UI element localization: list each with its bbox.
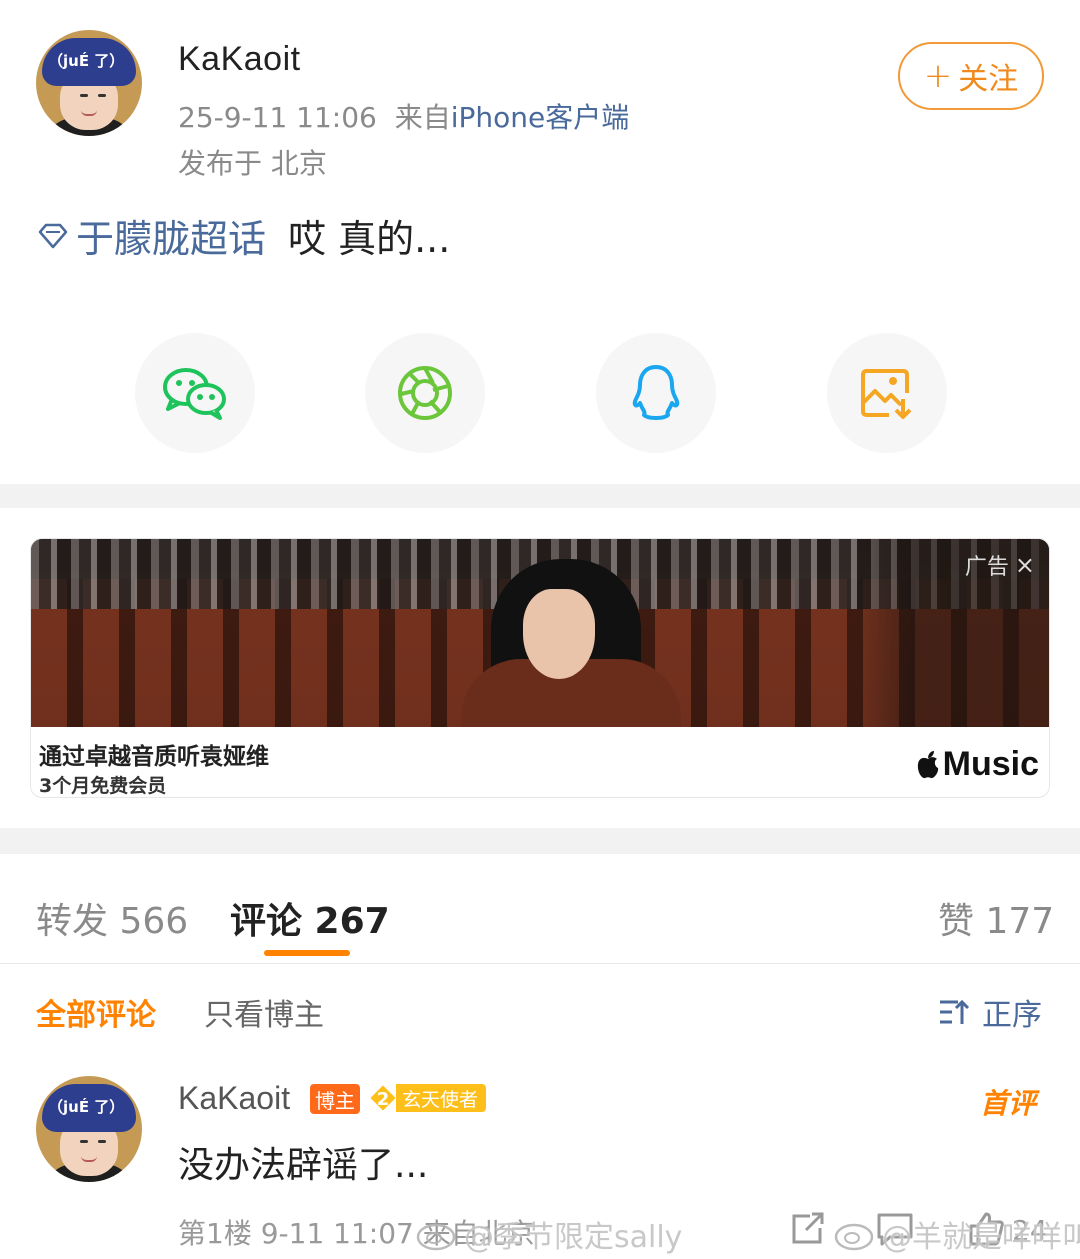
save-image-button[interactable] [827, 333, 947, 453]
plus-icon: + [923, 56, 953, 96]
section-divider [0, 828, 1080, 854]
sort-icon [940, 999, 970, 1024]
watermark-right: @羊就是咩咩叫 [834, 1212, 1080, 1256]
follow-button[interactable]: + 关注 [898, 42, 1044, 110]
tab-likes[interactable]: 赞 177 [938, 892, 1054, 944]
follow-label: 关注 [958, 62, 1019, 97]
commenter-name[interactable]: KaKaoit [178, 1080, 290, 1117]
watermark-left-text: @季节限定sally [464, 1220, 683, 1255]
moments-icon [398, 366, 452, 420]
apple-music-logo: Music [915, 745, 1039, 784]
watermark-right-text: @羊就是咩咩叫 [882, 1220, 1080, 1255]
post-meta: 25-9-11 11:06 来自iPhone客户端 [178, 96, 629, 136]
filter-author-only[interactable]: 只看博主 [204, 990, 324, 1034]
sort-toggle[interactable]: 正序 [938, 990, 1042, 1034]
comment-text: 没办法辟谣了... [178, 1145, 429, 1186]
commenter-avatar[interactable]: （juÉ 了） [36, 1076, 142, 1182]
author-avatar[interactable]: （juÉ 了） [36, 30, 142, 136]
avatar-cap-text: （juÉ 了） [48, 1098, 125, 1116]
post-text: 哎 真的... [288, 217, 451, 261]
share-icon[interactable] [790, 1212, 826, 1246]
post-header: （juÉ 了） KaKaoit 25-9-11 11:06 来自iPhone客户… [0, 0, 1080, 190]
wechat-icon [163, 368, 226, 420]
avatar-cap-text: （juÉ 了） [48, 52, 125, 70]
interaction-tabs: 转发 566 评论 267 赞 177 [0, 854, 1080, 964]
fan-badge[interactable]: 2 玄天使者 [366, 1082, 487, 1114]
ad-title: 通过卓越音质听袁娅维 [39, 744, 269, 770]
fan-level: 2 [377, 1089, 390, 1110]
post-from-prefix: 来自 [394, 101, 451, 134]
share-moments-button[interactable] [365, 333, 485, 453]
post-source[interactable]: iPhone客户端 [451, 101, 630, 134]
qq-icon [632, 365, 680, 420]
watermark-left: @季节限定sally [416, 1212, 682, 1256]
weibo-logo-icon [416, 1223, 456, 1251]
share-wechat-button[interactable] [135, 333, 255, 453]
author-name[interactable]: KaKaoit [178, 40, 301, 79]
sort-label: 正序 [982, 998, 1042, 1033]
close-icon[interactable]: × [1015, 551, 1035, 579]
apple-icon [917, 750, 938, 778]
ad-image[interactable]: 广告 × [31, 539, 1049, 727]
post-location: 发布于 北京 [178, 147, 327, 180]
ad-subtitle: 3个月免费会员 [39, 775, 167, 797]
save-image-icon [861, 369, 912, 419]
diamond-icon [38, 223, 68, 248]
fan-badge-text: 玄天使者 [396, 1084, 487, 1112]
ad-banner[interactable]: 广告 × 通过卓越音质听袁娅维 3个月免费会员 Music [30, 538, 1050, 798]
weibo-logo-icon [834, 1223, 874, 1251]
share-qq-button[interactable] [596, 333, 716, 453]
post-body: 于朦胧超话 哎 真的... [36, 208, 450, 263]
first-comment-tag: 首评 [980, 1087, 1037, 1120]
ad-label: 广告 × [965, 549, 1035, 581]
tab-repost[interactable]: 转发 566 [36, 892, 188, 944]
active-tab-indicator [264, 950, 350, 956]
fan-level-icon: 2 [367, 1082, 399, 1114]
filter-all-comments[interactable]: 全部评论 [36, 990, 156, 1034]
post-time: 25-9-11 11:06 [178, 101, 377, 134]
ad-label-text: 广告 [964, 555, 1009, 580]
ad-brand-text: Music [942, 745, 1039, 783]
section-divider [0, 484, 1080, 508]
tab-comments[interactable]: 评论 267 [230, 892, 390, 944]
blogger-badge: 博主 [310, 1084, 360, 1114]
super-topic-link[interactable]: 于朦胧超话 [76, 208, 266, 263]
